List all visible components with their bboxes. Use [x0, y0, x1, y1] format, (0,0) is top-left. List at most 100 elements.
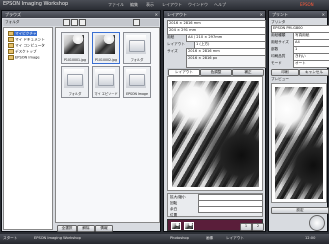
browser-toolbar: フォルダ — [3, 19, 159, 26]
folder-icon — [64, 69, 84, 88]
thumbnail-caption: フォルダ — [68, 92, 82, 96]
preview-label: プレビュー — [271, 77, 289, 81]
refresh-icon[interactable] — [79, 19, 86, 26]
margin-field[interactable] — [198, 206, 263, 213]
copies-label: 部数 — [271, 47, 279, 51]
mode-select[interactable]: オート — [293, 60, 329, 68]
folder-icon — [95, 69, 115, 88]
folder-icon — [8, 43, 14, 48]
close-icon[interactable]: ✕ — [155, 11, 158, 18]
tree-item-computer[interactable]: マイ コンピュータ — [8, 43, 45, 48]
tree-item-pictures[interactable]: マイピクチャ — [8, 31, 37, 36]
page-strip: 1 2 — [167, 219, 264, 231]
mode-label: モード — [271, 61, 282, 65]
folder-icon — [126, 69, 146, 88]
tab-color[interactable]: 色調整 — [200, 69, 232, 76]
margin-label: 余白 — [170, 207, 178, 211]
thumbnail-caption: マイ エピソード — [94, 92, 118, 96]
photo-thumbnail — [64, 35, 84, 54]
thumbnail-item[interactable]: P1010002.jpg — [92, 32, 120, 64]
thumbnail-item[interactable]: P1010001.jpg — [61, 32, 89, 64]
print-button[interactable]: 印刷 — [271, 69, 299, 76]
layout-settings: 拡大/縮小 回転 余白 位置 — [167, 193, 263, 217]
preview-photo[interactable] — [172, 81, 259, 187]
folder-tree: マイピクチャ マイ ドキュメント マイ コンピュータ デスクトップ EPSON … — [3, 27, 53, 230]
menu-file[interactable]: ファイル — [108, 2, 124, 8]
thumbnail-item[interactable]: フォルダ — [123, 32, 151, 64]
layout-titlebar: レイアウト ✕ — [164, 11, 265, 18]
menu-layout[interactable]: レイアウト — [162, 2, 182, 8]
settings-button[interactable]: 設定 — [271, 207, 329, 214]
print-window: プリント ✕ プリンタ EPSON PM-G800 用紙種類 写真用紙 用紙サイ… — [268, 10, 329, 232]
tree-item-epson[interactable]: EPSON Image — [8, 55, 40, 60]
option-label: サイズ — [167, 49, 178, 53]
dial-icon[interactable] — [309, 215, 325, 231]
taskbar-app-epson[interactable]: EPSON Imaging Workshop — [34, 236, 81, 240]
paper-size-label: 用紙サイズ — [271, 40, 289, 44]
close-icon[interactable]: ✕ — [322, 11, 325, 18]
folder-icon — [126, 35, 146, 54]
folder-label: フォルダ — [5, 20, 20, 24]
deselect-button[interactable]: 解除 — [77, 225, 95, 232]
thumbnail-caption: フォルダ — [130, 58, 144, 62]
thumbnail-item[interactable]: マイ エピソード — [92, 66, 120, 98]
layout-title: レイアウト — [167, 12, 187, 17]
print-title: プリント — [272, 12, 288, 17]
taskbar-clock: 12:00 — [305, 236, 316, 240]
thumbnail-area: P1010001.jpg P1010002.jpg フォルダ フォルダ マイ エ… — [55, 27, 160, 223]
browser-titlebar: ブラウズ ✕ — [2, 11, 160, 18]
layout-tabs: レイアウト 色調整 補正 — [167, 68, 264, 76]
folder-icon — [8, 55, 14, 60]
page-thumbnail[interactable] — [171, 222, 181, 230]
page-button-2[interactable]: 2 — [252, 223, 264, 231]
browser-window: ブラウズ ✕ フォルダ マイピクチャ マイ ドキュメント マイ コンピュータ デ… — [1, 10, 161, 232]
menu-help[interactable]: ヘルプ — [214, 2, 226, 8]
scale-label: 拡大/縮小 — [170, 195, 186, 199]
paper-label: 用紙 — [167, 35, 175, 39]
thumbnail-caption: P1010002.jpg — [94, 58, 118, 62]
taskbar-app-layout[interactable]: レイアウト — [226, 236, 244, 241]
view-icon[interactable] — [133, 19, 140, 26]
browser-status-bar: 全選択 解除 情報 — [55, 224, 160, 232]
tree-item-desktop[interactable]: デスクトップ — [8, 49, 37, 54]
start-button[interactable]: スタート — [3, 236, 17, 241]
thumbnail-item[interactable]: EPSON Image — [123, 66, 151, 98]
page-thumbnail[interactable] — [184, 222, 194, 230]
forward-icon[interactable] — [71, 19, 78, 26]
taskbar: スタート EPSON Imaging Workshop Photoshop 画像… — [0, 234, 329, 244]
epson-logo: EPSON — [300, 1, 314, 7]
quality-label: 印刷品質 — [271, 54, 286, 58]
print-preview — [271, 83, 327, 203]
info-button[interactable]: 情報 — [95, 225, 113, 232]
thumbnail-caption: EPSON Image — [126, 92, 148, 96]
layout-label: レイアウト — [167, 42, 185, 46]
resolution-readout: 2016 × 2816 px — [186, 55, 266, 68]
position-label: 位置 — [170, 213, 178, 217]
taskbar-app-image[interactable]: 画像 — [206, 236, 213, 241]
tree-item-documents[interactable]: マイ ドキュメント — [8, 37, 45, 42]
top-menubar: EPSON Imaging Workshop ファイル 編集 表示 レイアウト … — [0, 0, 329, 9]
back-icon[interactable] — [63, 19, 70, 26]
page-button-1[interactable]: 1 — [240, 223, 252, 231]
tab-layout[interactable]: レイアウト — [168, 69, 200, 76]
print-titlebar: プリント ✕ — [269, 11, 327, 18]
menu-edit[interactable]: 編集 — [130, 2, 138, 8]
app-brand: EPSON Imaging Workshop — [3, 1, 69, 7]
select-all-button[interactable]: 全選択 — [57, 225, 77, 232]
menu-window[interactable]: ウインドウ — [188, 2, 208, 8]
layout-preview — [167, 76, 263, 191]
folder-icon — [8, 37, 14, 42]
folder-icon — [8, 49, 14, 54]
menu-view[interactable]: 表示 — [146, 2, 154, 8]
folder-icon — [8, 31, 14, 36]
paper-type-label: 用紙種類 — [271, 33, 286, 37]
taskbar-app-photoshop[interactable]: Photoshop — [170, 236, 189, 240]
cancel-button[interactable]: キャンセル — [299, 69, 329, 76]
photo-thumbnail — [95, 35, 115, 54]
layout-window: レイアウト ✕ 2016 × 2816 mm 204 × 291 mm 用紙 A… — [163, 10, 266, 232]
thumbnail-caption: P1010001.jpg — [63, 58, 87, 62]
close-icon[interactable]: ✕ — [260, 11, 263, 18]
print-preview-photo — [275, 87, 323, 199]
thumbnail-item[interactable]: フォルダ — [61, 66, 89, 98]
tab-correct[interactable]: 補正 — [232, 69, 264, 76]
